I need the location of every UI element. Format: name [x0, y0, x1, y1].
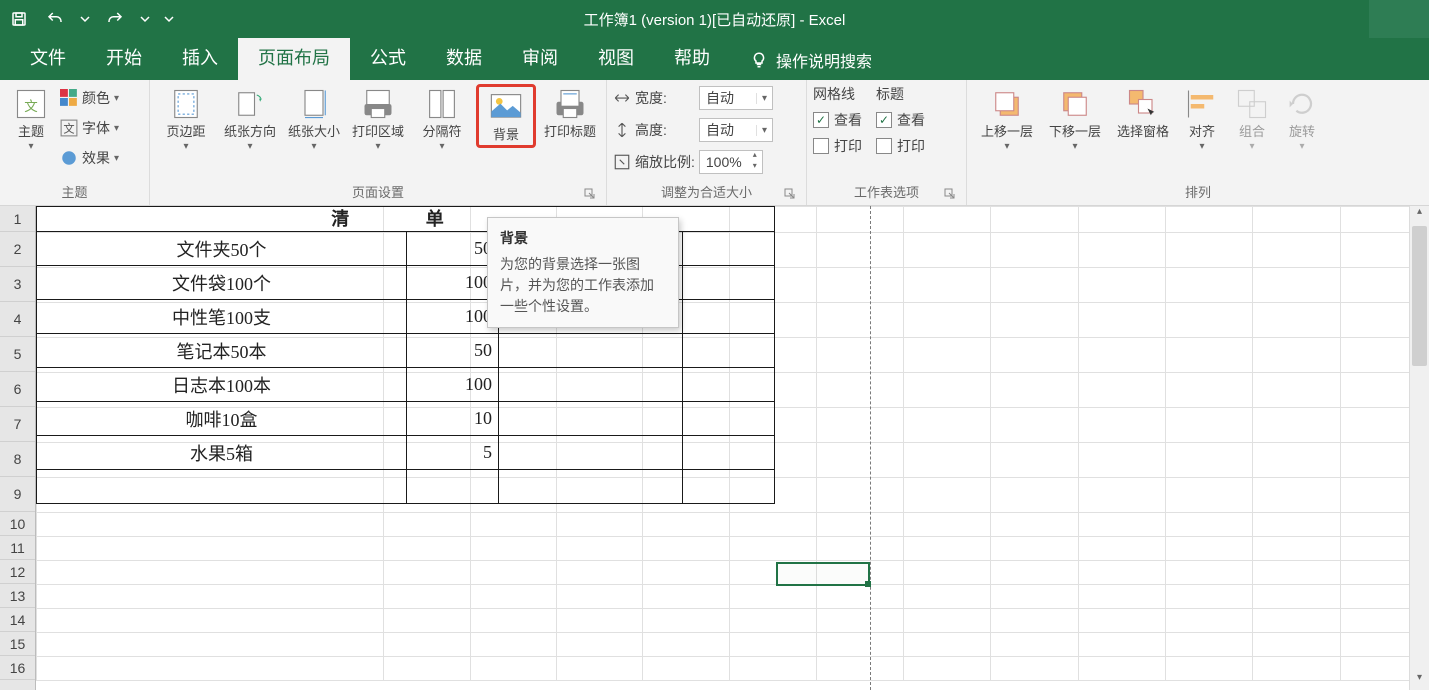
table-row: 水果5箱5 — [37, 436, 775, 470]
qat-customize-button[interactable] — [164, 8, 174, 30]
bring-forward-button[interactable]: 上移一层▾ — [973, 84, 1041, 152]
scale-icon — [613, 153, 631, 171]
tab-view[interactable]: 视图 — [578, 34, 654, 80]
vertical-scrollbar[interactable]: ▴ ▾ — [1409, 206, 1429, 690]
send-backward-button[interactable]: 下移一层▾ — [1041, 84, 1109, 152]
gridlines-label: 网格线 — [813, 84, 862, 106]
undo-button[interactable] — [44, 8, 66, 30]
row-header[interactable]: 12 — [0, 560, 35, 584]
gridlines-print-checkbox[interactable]: 打印 — [813, 134, 862, 158]
table-row: 笔记本50本50 — [37, 334, 775, 368]
orientation-button[interactable]: 纸张方向▾ — [220, 84, 280, 152]
background-button[interactable]: 背景 — [476, 84, 536, 148]
table-row: 咖啡10盒10 — [37, 402, 775, 436]
page-setup-launcher[interactable] — [584, 188, 596, 200]
page-break-line — [870, 206, 871, 690]
tab-file[interactable]: 文件 — [10, 34, 86, 80]
tab-data[interactable]: 数据 — [426, 34, 502, 80]
scroll-thumb[interactable] — [1412, 226, 1427, 366]
table-row: 日志本100本100 — [37, 368, 775, 402]
row-header[interactable]: 4 — [0, 302, 35, 337]
row-header[interactable]: 7 — [0, 407, 35, 442]
active-cell-selection — [776, 562, 870, 586]
row-header[interactable]: 3 — [0, 267, 35, 302]
row-header[interactable]: 8 — [0, 442, 35, 477]
title-bar-right — [1369, 0, 1429, 38]
theme-fonts-button[interactable]: 文 字体▾ — [60, 114, 119, 142]
row-headers: 1 2 3 4 5 6 7 8 9 10 11 12 13 14 15 16 — [0, 206, 36, 690]
table-row — [37, 470, 775, 504]
redo-dropdown[interactable] — [140, 8, 150, 30]
group-sheet-options: 网格线 ✓查看 打印 标题 ✓查看 打印 工作表选项 — [807, 80, 967, 205]
ribbon-tabs: 文件 开始 插入 页面布局 公式 数据 审阅 视图 帮助 操作说明搜索 — [0, 38, 1429, 80]
sheet-options-launcher[interactable] — [944, 188, 956, 200]
scale-launcher[interactable] — [784, 188, 796, 200]
group-button[interactable]: 组合▾ — [1227, 84, 1277, 152]
rotate-button[interactable]: 旋转▾ — [1277, 84, 1327, 152]
width-icon — [613, 89, 631, 107]
redo-button[interactable] — [104, 8, 126, 30]
scroll-up-icon[interactable]: ▴ — [1410, 206, 1429, 224]
row-header[interactable]: 2 — [0, 232, 35, 267]
group-themes: 文 主题 ▾ 颜色▾ 文 字体▾ 效果▾ 主题 — [0, 80, 150, 205]
worksheet-area: 1 2 3 4 5 6 7 8 9 10 11 12 13 14 15 16 — [0, 206, 1429, 690]
size-button[interactable]: 纸张大小▾ — [284, 84, 344, 152]
align-button[interactable]: 对齐▾ — [1177, 84, 1227, 152]
svg-text:文: 文 — [24, 99, 38, 114]
save-button[interactable] — [8, 8, 30, 30]
row-header[interactable]: 10 — [0, 512, 35, 536]
row-header[interactable]: 1 — [0, 206, 35, 232]
theme-effects-button[interactable]: 效果▾ — [60, 144, 119, 172]
headings-view-checkbox[interactable]: ✓查看 — [876, 108, 925, 132]
undo-dropdown[interactable] — [80, 8, 90, 30]
title-bar: 工作簿1 (version 1)[已自动还原] - Excel — [0, 0, 1429, 38]
tab-home[interactable]: 开始 — [86, 34, 162, 80]
group-page-setup: 页边距▾ 纸张方向▾ 纸张大小▾ 打印区域▾ 分隔符▾ 背景 — [150, 80, 607, 205]
height-icon — [613, 121, 631, 139]
row-header[interactable]: 16 — [0, 656, 35, 680]
scroll-down-icon[interactable]: ▾ — [1410, 672, 1429, 690]
lightbulb-icon — [750, 51, 768, 69]
cell-grid[interactable]: 清 单 文件夹50个50 文件袋100个100 中性笔100支100 笔记本50… — [36, 206, 1429, 690]
margins-button[interactable]: 页边距▾ — [156, 84, 216, 152]
tab-review[interactable]: 审阅 — [502, 34, 578, 80]
tell-me-label: 操作说明搜索 — [776, 48, 872, 72]
scale-spinner[interactable]: 100%▴▾ — [699, 150, 763, 174]
print-titles-button[interactable]: 打印标题 — [540, 84, 600, 140]
breaks-button[interactable]: 分隔符▾ — [412, 84, 472, 152]
selection-pane-button[interactable]: 选择窗格 — [1109, 84, 1177, 140]
headings-print-checkbox[interactable]: 打印 — [876, 134, 925, 158]
themes-button[interactable]: 文 主题 ▾ — [6, 84, 56, 152]
group-scale-to-fit: 宽度: 自动▾ 高度: 自动▾ 缩放比例: 100%▴▾ 调整为合适大小 — [607, 80, 807, 205]
row-header[interactable]: 13 — [0, 584, 35, 608]
row-header[interactable]: 15 — [0, 632, 35, 656]
tab-help[interactable]: 帮助 — [654, 34, 730, 80]
row-header[interactable]: 9 — [0, 477, 35, 512]
tab-formulas[interactable]: 公式 — [350, 34, 426, 80]
row-header[interactable]: 11 — [0, 536, 35, 560]
window-title: 工作簿1 (version 1)[已自动还原] - Excel — [584, 9, 846, 30]
print-area-button[interactable]: 打印区域▾ — [348, 84, 408, 152]
group-arrange: 上移一层▾ 下移一层▾ 选择窗格 对齐▾ 组合▾ 旋转▾ — [967, 80, 1429, 205]
width-dropdown[interactable]: 自动▾ — [699, 86, 773, 110]
tooltip-background: 背景 为您的背景选择一张图片，并为您的工作表添加一些个性设置。 — [487, 217, 679, 328]
tab-insert[interactable]: 插入 — [162, 34, 238, 80]
svg-text:文: 文 — [63, 122, 74, 136]
headings-label: 标题 — [876, 84, 925, 106]
row-header[interactable]: 5 — [0, 337, 35, 372]
ribbon: 文 主题 ▾ 颜色▾ 文 字体▾ 效果▾ 主题 — [0, 80, 1429, 206]
tab-page-layout[interactable]: 页面布局 — [238, 34, 350, 80]
quick-access-toolbar — [0, 8, 174, 30]
gridlines-view-checkbox[interactable]: ✓查看 — [813, 108, 862, 132]
height-dropdown[interactable]: 自动▾ — [699, 118, 773, 142]
tell-me-search[interactable]: 操作说明搜索 — [736, 40, 886, 80]
row-header[interactable]: 14 — [0, 608, 35, 632]
row-header[interactable]: 6 — [0, 372, 35, 407]
theme-colors-button[interactable]: 颜色▾ — [60, 84, 119, 112]
